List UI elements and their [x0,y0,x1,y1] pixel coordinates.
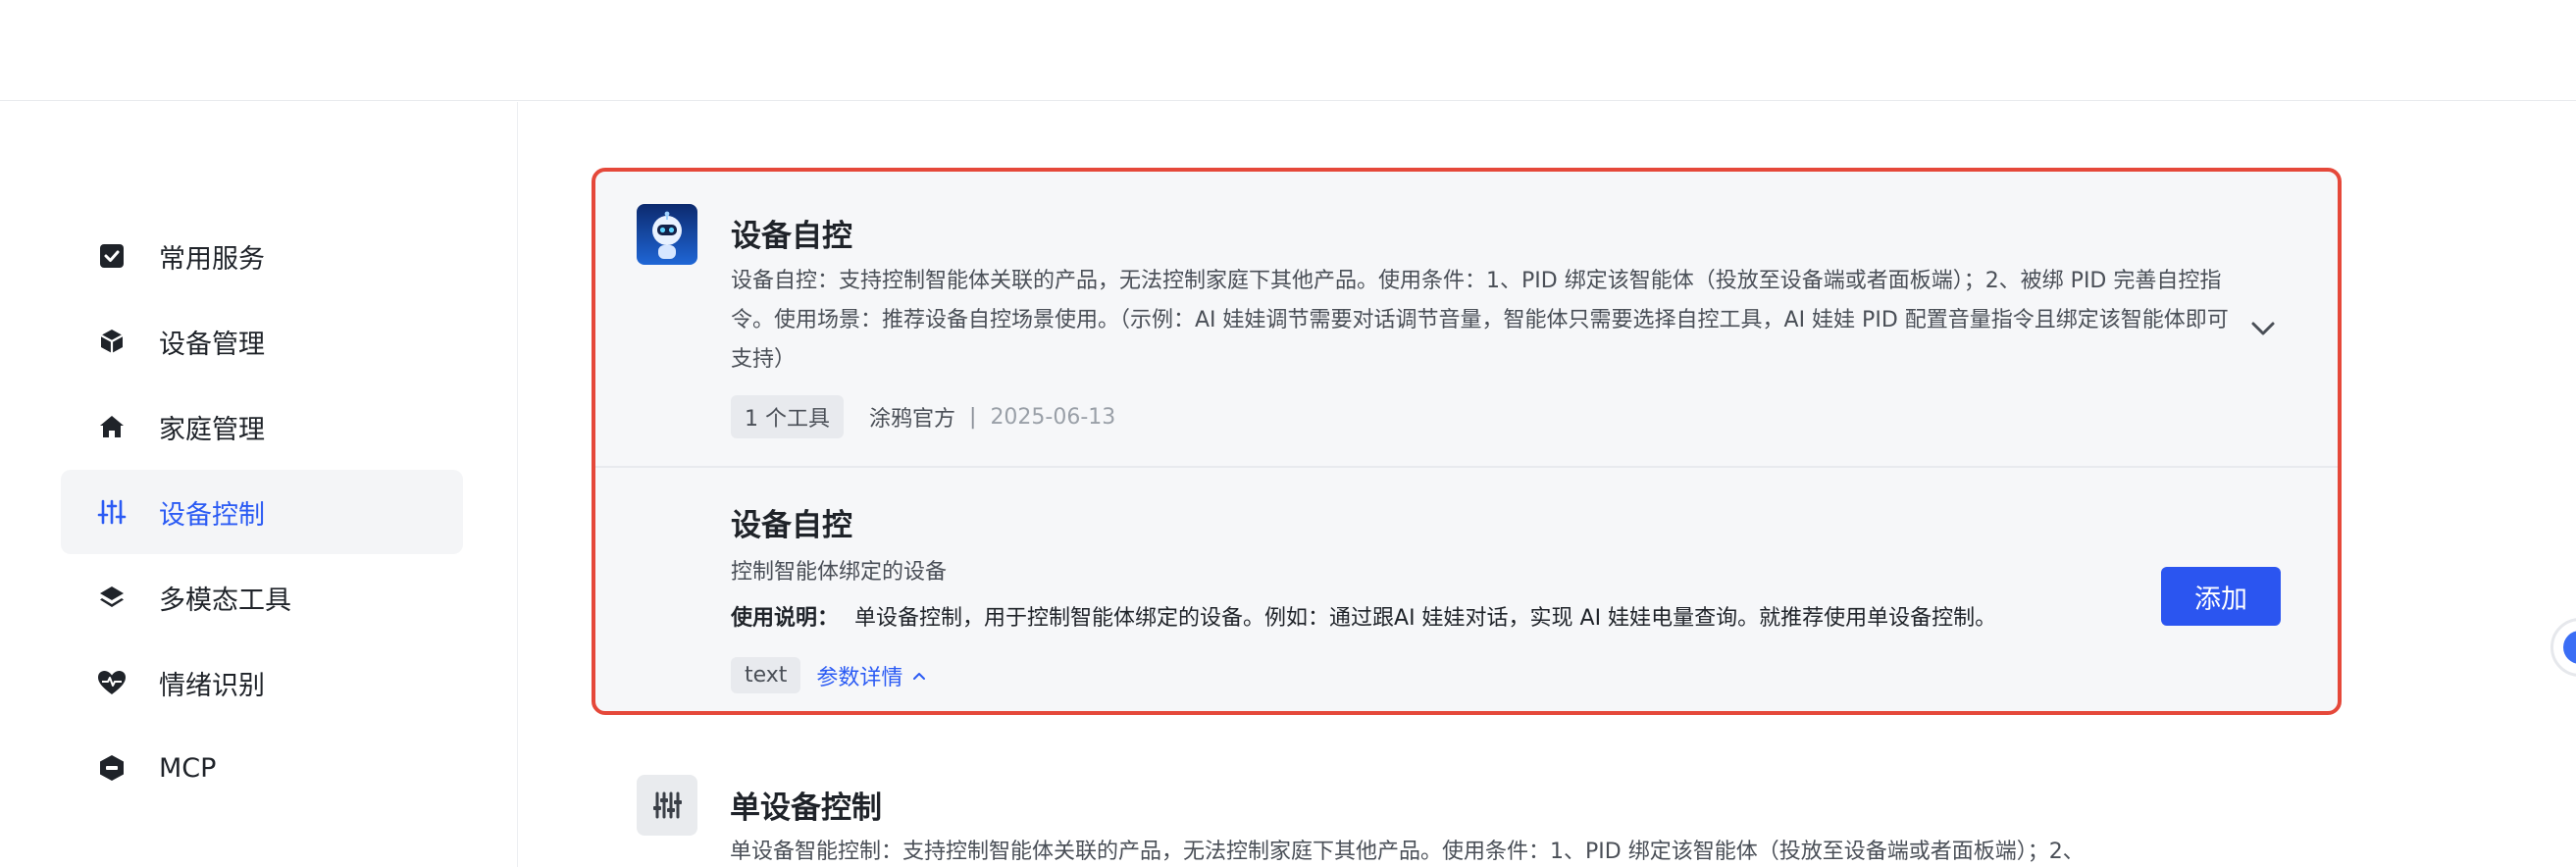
chevron-up-icon [913,672,926,680]
sidebar-item-label: MCP [159,752,217,784]
sidebar-item-multimodal-tools[interactable]: 多模态工具 [61,555,463,639]
next-card-title: 单设备控制 [730,790,882,826]
checkbox-icon [96,240,128,272]
card-date: 2025-06-13 [990,404,1116,430]
chevron-down-icon[interactable] [2243,309,2283,348]
param-details-link[interactable]: 参数详情 [816,660,928,691]
card-description: 设备自控：支持控制智能体关联的产品，无法控制家庭下其他产品。使用条件：1、PID… [731,269,2229,372]
tool-footer: text 参数详情 [731,657,928,693]
tool-count-badge: 1 个工具 [731,395,844,438]
cube-icon [96,326,128,357]
sidebar-item-mcp[interactable]: MCP [61,726,463,810]
usage-label: 使用说明： [731,606,840,631]
sidebar-item-label: 设备控制 [159,499,265,531]
sidebar-item-device-management[interactable]: 设备管理 [61,299,463,383]
card-author: 涂鸦官方 [869,407,956,432]
layers-icon [96,582,128,613]
sidebar-item-label: 情绪识别 [159,670,265,701]
card-meta: 1 个工具 涂鸦官方 | 2025-06-13 [731,395,1115,438]
type-tag: text [731,657,801,693]
equalizer-icon [637,775,697,836]
param-link-label: 参数详情 [816,665,903,690]
agent-tool-card: 设备自控 设备自控：支持控制智能体关联的产品，无法控制家庭下其他产品。使用条件：… [592,168,2342,715]
meta-separator: | [969,404,977,430]
sliders-icon [96,496,128,528]
sidebar: 常用服务 设备管理 家庭管理 设备控制 多模态工具 情绪识别 MCP [0,102,518,867]
add-button[interactable]: 添加 [2161,567,2281,626]
usage-text: 单设备控制，用于控制智能体绑定的设备。例如：通过跟AI 娃娃对话，实现 AI 娃… [854,606,1997,631]
sidebar-item-label: 家庭管理 [159,414,265,445]
sidebar-item-label: 多模态工具 [159,585,291,616]
top-bar [0,0,2576,101]
sidebar-item-common-services[interactable]: 常用服务 [61,214,463,298]
sidebar-item-emotion-recognition[interactable]: 情绪识别 [61,640,463,725]
tool-name: 设备自控 [731,508,852,543]
card-title: 设备自控 [731,219,852,254]
home-icon [96,411,128,442]
card-divider [595,466,2338,468]
robot-avatar-icon [637,204,697,265]
heart-pulse-icon [96,667,128,698]
tool-subtitle: 控制智能体绑定的设备 [731,560,948,585]
tool-usage: 使用说明： 单设备控制，用于控制智能体绑定的设备。例如：通过跟AI 娃娃对话，实现… [731,600,1996,632]
mcp-icon [96,752,128,784]
sidebar-item-label: 设备管理 [159,329,265,360]
sidebar-item-device-control[interactable]: 设备控制 [61,470,463,554]
sidebar-item-home-management[interactable]: 家庭管理 [61,384,463,469]
next-card-description: 单设备智能控制：支持控制智能体关联的产品，无法控制家庭下其他产品。使用条件：1、… [730,840,2085,864]
sidebar-item-label: 常用服务 [159,243,265,275]
